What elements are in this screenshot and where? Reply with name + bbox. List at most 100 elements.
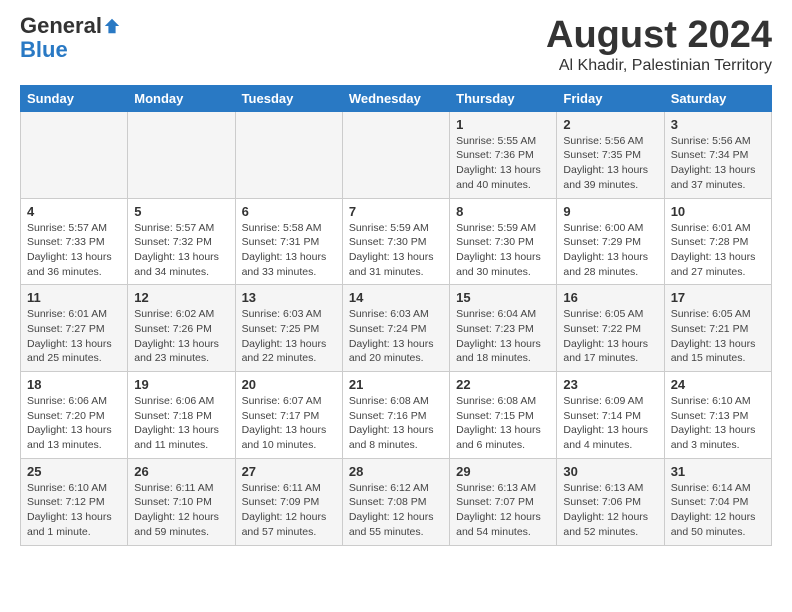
- calendar-cell: 17 Sunrise: 6:05 AM Sunset: 7:21 PM Dayli…: [664, 285, 771, 372]
- day-info: Sunrise: 6:13 AM Sunset: 7:06 PM Dayligh…: [563, 481, 657, 540]
- calendar-cell: 15Sunrise: 6:04 AM Sunset: 7:23 PM Dayli…: [450, 285, 557, 372]
- day-number: 30: [563, 464, 657, 479]
- calendar-cell: 27 Sunrise: 6:11 AM Sunset: 7:09 PM Dayli…: [235, 458, 342, 545]
- calendar-cell: [235, 111, 342, 198]
- weekday-header-sunday: Sunday: [21, 85, 128, 111]
- weekday-header-saturday: Saturday: [664, 85, 771, 111]
- day-number: 21: [349, 377, 443, 392]
- weekday-header-tuesday: Tuesday: [235, 85, 342, 111]
- day-info: Sunrise: 6:03 AM Sunset: 7:24 PM Dayligh…: [349, 307, 443, 366]
- calendar-cell: 20 Sunrise: 6:07 AM Sunset: 7:17 PM Dayli…: [235, 372, 342, 459]
- day-number: 8: [456, 204, 550, 219]
- calendar-cell: 5 Sunrise: 5:57 AM Sunset: 7:32 PM Daylig…: [128, 198, 235, 285]
- day-number: 2: [563, 117, 657, 132]
- day-info: Sunrise: 5:55 AM Sunset: 7:36 PM Dayligh…: [456, 134, 550, 193]
- day-info: Sunrise: 6:10 AM Sunset: 7:12 PM Dayligh…: [27, 481, 121, 540]
- day-number: 9: [563, 204, 657, 219]
- calendar-cell: 14 Sunrise: 6:03 AM Sunset: 7:24 PM Dayli…: [342, 285, 449, 372]
- day-info: Sunrise: 6:02 AM Sunset: 7:26 PM Dayligh…: [134, 307, 228, 366]
- day-info: Sunrise: 5:57 AM Sunset: 7:32 PM Dayligh…: [134, 221, 228, 280]
- calendar-cell: 28Sunrise: 6:12 AM Sunset: 7:08 PM Dayli…: [342, 458, 449, 545]
- calendar-cell: 7 Sunrise: 5:59 AM Sunset: 7:30 PM Daylig…: [342, 198, 449, 285]
- day-number: 27: [242, 464, 336, 479]
- calendar-week-row: 18Sunrise: 6:06 AM Sunset: 7:20 PM Dayli…: [21, 372, 772, 459]
- day-number: 12: [134, 290, 228, 305]
- calendar-week-row: 4Sunrise: 5:57 AM Sunset: 7:33 PM Daylig…: [21, 198, 772, 285]
- calendar-cell: 19 Sunrise: 6:06 AM Sunset: 7:18 PM Dayli…: [128, 372, 235, 459]
- day-info: Sunrise: 5:56 AM Sunset: 7:35 PM Dayligh…: [563, 134, 657, 193]
- location-title: Al Khadir, Palestinian Territory: [546, 57, 772, 75]
- day-info: Sunrise: 6:00 AM Sunset: 7:29 PM Dayligh…: [563, 221, 657, 280]
- day-number: 20: [242, 377, 336, 392]
- logo-general-text: General: [20, 15, 102, 37]
- day-number: 5: [134, 204, 228, 219]
- day-info: Sunrise: 6:10 AM Sunset: 7:13 PM Dayligh…: [671, 394, 765, 453]
- day-number: 31: [671, 464, 765, 479]
- calendar-cell: 3 Sunrise: 5:56 AM Sunset: 7:34 PM Daylig…: [664, 111, 771, 198]
- calendar-cell: 25 Sunrise: 6:10 AM Sunset: 7:12 PM Dayli…: [21, 458, 128, 545]
- logo-blue-text: Blue: [20, 37, 68, 63]
- day-info: Sunrise: 5:59 AM Sunset: 7:30 PM Dayligh…: [456, 221, 550, 280]
- calendar-cell: 26 Sunrise: 6:11 AM Sunset: 7:10 PM Dayli…: [128, 458, 235, 545]
- calendar-cell: 23Sunrise: 6:09 AM Sunset: 7:14 PM Dayli…: [557, 372, 664, 459]
- day-number: 18: [27, 377, 121, 392]
- day-number: 17: [671, 290, 765, 305]
- day-info: Sunrise: 6:05 AM Sunset: 7:22 PM Dayligh…: [563, 307, 657, 366]
- calendar-cell: 2 Sunrise: 5:56 AM Sunset: 7:35 PM Daylig…: [557, 111, 664, 198]
- day-number: 16: [563, 290, 657, 305]
- calendar-cell: 1 Sunrise: 5:55 AM Sunset: 7:36 PM Daylig…: [450, 111, 557, 198]
- calendar-week-row: 11 Sunrise: 6:01 AM Sunset: 7:27 PM Dayli…: [21, 285, 772, 372]
- day-info: Sunrise: 6:11 AM Sunset: 7:10 PM Dayligh…: [134, 481, 228, 540]
- day-info: Sunrise: 5:56 AM Sunset: 7:34 PM Dayligh…: [671, 134, 765, 193]
- calendar-cell: [128, 111, 235, 198]
- day-info: Sunrise: 5:58 AM Sunset: 7:31 PM Dayligh…: [242, 221, 336, 280]
- weekday-header-friday: Friday: [557, 85, 664, 111]
- calendar-cell: 24 Sunrise: 6:10 AM Sunset: 7:13 PM Dayli…: [664, 372, 771, 459]
- day-number: 3: [671, 117, 765, 132]
- header: General Blue August 2024 Al Khadir, Pale…: [20, 15, 772, 75]
- day-number: 19: [134, 377, 228, 392]
- calendar-week-row: 1 Sunrise: 5:55 AM Sunset: 7:36 PM Daylig…: [21, 111, 772, 198]
- day-number: 6: [242, 204, 336, 219]
- day-number: 14: [349, 290, 443, 305]
- weekday-header-row: SundayMondayTuesdayWednesdayThursdayFrid…: [21, 85, 772, 111]
- day-number: 4: [27, 204, 121, 219]
- title-section: August 2024 Al Khadir, Palestinian Terri…: [546, 15, 772, 75]
- day-number: 11: [27, 290, 121, 305]
- calendar-week-row: 25 Sunrise: 6:10 AM Sunset: 7:12 PM Dayli…: [21, 458, 772, 545]
- day-info: Sunrise: 6:01 AM Sunset: 7:28 PM Dayligh…: [671, 221, 765, 280]
- weekday-header-monday: Monday: [128, 85, 235, 111]
- calendar-cell: 30 Sunrise: 6:13 AM Sunset: 7:06 PM Dayli…: [557, 458, 664, 545]
- day-info: Sunrise: 6:14 AM Sunset: 7:04 PM Dayligh…: [671, 481, 765, 540]
- day-info: Sunrise: 6:01 AM Sunset: 7:27 PM Dayligh…: [27, 307, 121, 366]
- day-number: 23: [563, 377, 657, 392]
- day-number: 13: [242, 290, 336, 305]
- day-number: 22: [456, 377, 550, 392]
- calendar-cell: 12 Sunrise: 6:02 AM Sunset: 7:26 PM Dayli…: [128, 285, 235, 372]
- calendar-cell: 29 Sunrise: 6:13 AM Sunset: 7:07 PM Dayli…: [450, 458, 557, 545]
- day-info: Sunrise: 6:07 AM Sunset: 7:17 PM Dayligh…: [242, 394, 336, 453]
- calendar-cell: 8 Sunrise: 5:59 AM Sunset: 7:30 PM Daylig…: [450, 198, 557, 285]
- calendar-cell: 9 Sunrise: 6:00 AM Sunset: 7:29 PM Daylig…: [557, 198, 664, 285]
- day-number: 26: [134, 464, 228, 479]
- day-number: 10: [671, 204, 765, 219]
- day-info: Sunrise: 6:04 AM Sunset: 7:23 PM Dayligh…: [456, 307, 550, 366]
- day-number: 29: [456, 464, 550, 479]
- calendar-cell: 10 Sunrise: 6:01 AM Sunset: 7:28 PM Dayli…: [664, 198, 771, 285]
- calendar-cell: 22Sunrise: 6:08 AM Sunset: 7:15 PM Dayli…: [450, 372, 557, 459]
- day-info: Sunrise: 6:13 AM Sunset: 7:07 PM Dayligh…: [456, 481, 550, 540]
- calendar-cell: 31 Sunrise: 6:14 AM Sunset: 7:04 PM Dayli…: [664, 458, 771, 545]
- day-info: Sunrise: 6:05 AM Sunset: 7:21 PM Dayligh…: [671, 307, 765, 366]
- calendar-cell: [342, 111, 449, 198]
- day-number: 24: [671, 377, 765, 392]
- day-number: 1: [456, 117, 550, 132]
- day-info: Sunrise: 6:06 AM Sunset: 7:18 PM Dayligh…: [134, 394, 228, 453]
- day-info: Sunrise: 6:11 AM Sunset: 7:09 PM Dayligh…: [242, 481, 336, 540]
- weekday-header-thursday: Thursday: [450, 85, 557, 111]
- day-number: 7: [349, 204, 443, 219]
- day-info: Sunrise: 5:59 AM Sunset: 7:30 PM Dayligh…: [349, 221, 443, 280]
- calendar-table: SundayMondayTuesdayWednesdayThursdayFrid…: [20, 85, 772, 546]
- logo: General Blue: [20, 15, 121, 63]
- calendar-cell: [21, 111, 128, 198]
- day-number: 25: [27, 464, 121, 479]
